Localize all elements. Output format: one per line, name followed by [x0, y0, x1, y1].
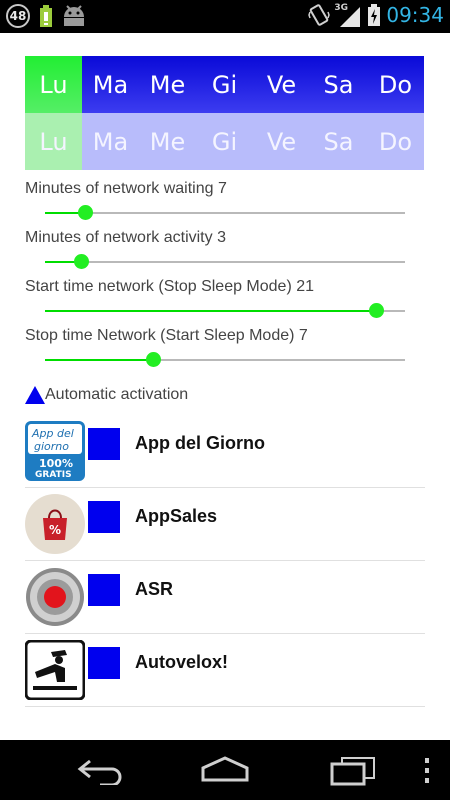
battery-charging-icon: [368, 4, 381, 26]
day-button-gi[interactable]: Gi: [196, 56, 253, 113]
day-reflection-ma: Ma: [82, 113, 139, 170]
vibrate-icon: [308, 4, 331, 26]
slider-track[interactable]: [45, 261, 405, 263]
stop-time-label: Stop time Network (Start Sleep Mode) 7: [25, 327, 308, 344]
status-bar: 48 3G 09:34: [0, 0, 450, 33]
day-reflection-do: Do: [367, 113, 424, 170]
day-reflection-sa: Sa: [310, 113, 367, 170]
day-reflection-me: Me: [139, 113, 196, 170]
network-activity-slider-group: Minutes of network activity 3: [25, 227, 425, 269]
app-name: AppSales: [135, 506, 218, 526]
app-del-giorno-icon: App del giorno 100% GRATIS: [25, 421, 85, 481]
day-button-ve[interactable]: Ve: [253, 56, 310, 113]
overflow-menu-icon[interactable]: [422, 756, 432, 786]
app-list: App del giorno 100% GRATIS App del Giorn…: [25, 415, 425, 707]
automatic-activation-toggle[interactable]: Automatic activation: [25, 386, 188, 404]
app-icon-text: App del: [31, 427, 74, 440]
svg-text:%: %: [49, 523, 61, 537]
automatic-activation-label: Automatic activation: [45, 386, 189, 403]
expand-triangle-icon: [25, 386, 45, 404]
slider-fill: [45, 310, 377, 312]
start-time-slider-group: Start time network (Stop Sleep Mode) 21: [25, 276, 425, 318]
network-activity-label: Minutes of network activity 3: [25, 229, 226, 246]
notification-count-badge: 48: [6, 4, 30, 28]
app-name: App del Giorno: [135, 433, 265, 453]
start-time-slider-thumb[interactable]: [369, 303, 385, 318]
record-button-icon: [26, 568, 84, 626]
back-icon[interactable]: [76, 755, 126, 785]
app-name: Autovelox!: [135, 652, 229, 672]
network-activity-slider-thumb[interactable]: [74, 254, 89, 269]
day-reflection-lu: Lu: [25, 113, 82, 170]
list-item[interactable]: % AppSales: [25, 488, 425, 561]
stop-time-slider-thumb[interactable]: [146, 352, 161, 367]
app-checkbox[interactable]: [88, 574, 120, 606]
network-waiting-slider-thumb[interactable]: [77, 205, 93, 220]
app-checkbox[interactable]: [88, 428, 120, 460]
network-waiting-label: Minutes of network waiting 7: [25, 180, 227, 197]
battery-alert-icon: [40, 5, 52, 27]
list-item[interactable]: App del giorno 100% GRATIS App del Giorn…: [25, 415, 425, 488]
day-reflection-ve: Ve: [253, 113, 310, 170]
app-icon-text: giorno: [34, 440, 69, 453]
app-checkbox[interactable]: [88, 647, 120, 679]
police-officer-icon: [25, 640, 85, 700]
day-button-sa[interactable]: Sa: [310, 56, 367, 113]
day-button-lu[interactable]: Lu: [25, 56, 82, 113]
day-reflection-row: Lu Ma Me Gi Ve Sa Do: [25, 113, 424, 170]
android-icon: [64, 5, 84, 26]
app-icon-text: GRATIS: [35, 470, 72, 480]
app-checkbox[interactable]: [88, 501, 120, 533]
app-name: ASR: [135, 579, 174, 599]
list-item[interactable]: Autovelox!: [25, 634, 425, 707]
day-button-do[interactable]: Do: [367, 56, 424, 113]
app-icon-text: 100%: [39, 457, 73, 470]
day-selector: Lu Ma Me Gi Ve Sa Do Lu Ma Me Gi Ve Sa D…: [25, 56, 424, 170]
stop-time-slider-group: Stop time Network (Start Sleep Mode) 7: [25, 325, 425, 367]
signal-3g-icon: 3G: [334, 3, 362, 27]
recent-apps-icon[interactable]: [328, 756, 378, 786]
slider-track[interactable]: [45, 212, 405, 214]
start-time-label: Start time network (Stop Sleep Mode) 21: [25, 278, 315, 295]
list-item[interactable]: ASR: [25, 561, 425, 634]
appsales-bag-icon: %: [25, 494, 85, 554]
day-buttons-row: Lu Ma Me Gi Ve Sa Do: [25, 56, 424, 113]
day-button-me[interactable]: Me: [139, 56, 196, 113]
day-reflection-gi: Gi: [196, 113, 253, 170]
home-icon[interactable]: [200, 756, 250, 786]
network-waiting-slider-group: Minutes of network waiting 7: [25, 178, 425, 220]
day-button-ma[interactable]: Ma: [82, 56, 139, 113]
navigation-bar: [0, 740, 450, 800]
clock-time: 09:34: [386, 3, 444, 27]
slider-fill: [45, 359, 153, 361]
